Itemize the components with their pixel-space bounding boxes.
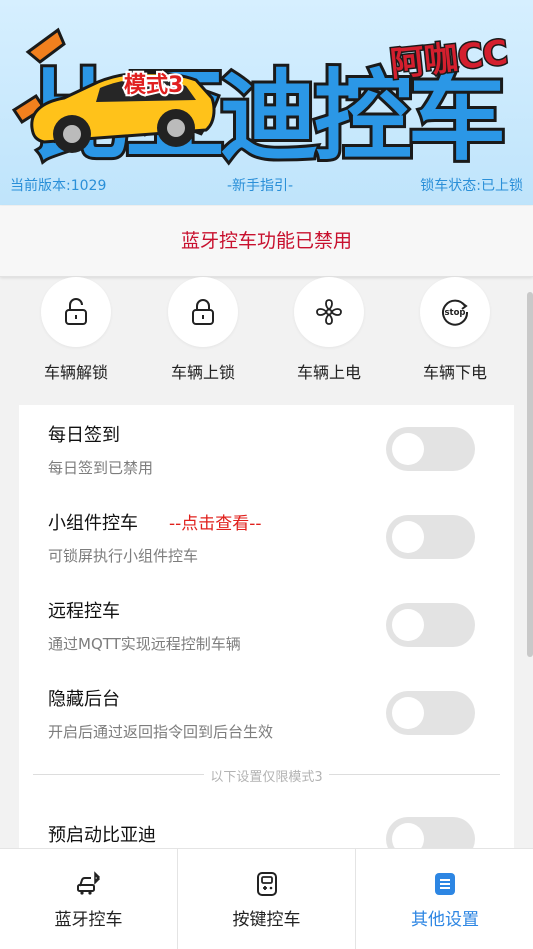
divider-label: 以下设置仅限模式3 [204,770,329,785]
scrollbar[interactable] [527,292,533,657]
setting-row-hide-background: 隐藏后台 开启后通过返回指令回到后台生效 [19,669,514,757]
bluetooth-disabled-notice: 蓝牙控车功能已禁用 [0,206,533,277]
action-circle [41,277,111,347]
prestart-toggle[interactable] [386,817,475,848]
action-label: 车辆下电 [422,363,487,382]
nav-bluetooth-control[interactable]: 蓝牙控车 [0,849,177,949]
unlock-vehicle-button[interactable]: 车辆解锁 [21,277,131,383]
beginner-guide-link[interactable]: -新手指引- [227,175,293,195]
arrow-decoration [25,27,66,64]
action-circle [294,277,364,347]
toggle-knob [392,433,424,465]
lock-status-label: 锁车状态:已上锁 [420,178,523,194]
setting-title: 远程控车 [48,601,120,622]
lock-vehicle-button[interactable]: 车辆上锁 [148,277,258,383]
settings-card: 每日签到 每日签到已禁用 小组件控车 --点击查看-- 可锁屏执行小组件控车 远… [19,405,514,848]
action-circle: stop [420,277,490,347]
logo-mode-badge: 模式3 [124,73,183,98]
toggle-knob [392,609,424,641]
setting-description: 开启后通过返回指令回到后台生效 [48,723,274,741]
nav-label: 蓝牙控车 [54,910,123,930]
setting-description: 每日签到已禁用 [48,459,154,477]
power-on-button[interactable]: 车辆上电 [274,277,384,383]
setting-row-daily-checkin: 每日签到 每日签到已禁用 [19,405,514,493]
nav-label: 其他设置 [411,910,479,930]
stop-icon-text: stop [444,308,465,318]
info-bar: 当前版本:1029 -新手指引- 锁车状态:已上锁 [0,172,533,198]
toggle-knob [392,521,424,553]
action-label: 车辆上电 [296,363,361,382]
power-off-button[interactable]: stop 车辆下电 [400,277,510,383]
view-details-link[interactable]: --点击查看-- [169,509,262,534]
toggle-knob [392,823,424,848]
header-banner: 比亚迪控车 模式3 阿咖CC 当前版本:1029 -新手指引- 锁车状态:已上锁 [0,0,533,205]
setting-title: 预启动比亚迪 [48,825,156,846]
nav-key-control[interactable]: 按键控车 [177,849,355,949]
divider-text-wrap: 以下设置仅限模式3 [33,766,500,785]
bottom-nav: 蓝牙控车 按键控车 其他设置 [0,848,533,949]
remote-key-icon [257,872,277,896]
version-label: 当前版本:1029 [10,178,107,194]
hide-background-toggle[interactable] [386,691,475,735]
mode3-section-divider: 以下设置仅限模式3 [33,765,500,785]
setting-row-widget-control: 小组件控车 --点击查看-- 可锁屏执行小组件控车 [19,493,514,581]
stop-icon: stop [442,299,469,326]
setting-title: 每日签到 [48,425,120,446]
car-bluetooth-icon [77,871,101,895]
app-logo: 比亚迪控车 模式3 阿咖CC [11,27,511,170]
action-circle [168,277,238,347]
unlock-icon [65,298,87,325]
setting-row-remote-control: 远程控车 通过MQTT实现远程控制车辆 [19,581,514,669]
action-label: 车辆解锁 [43,363,108,382]
nav-label: 按键控车 [232,910,301,930]
setting-title: 隐藏后台 [48,689,120,710]
setting-description: 可锁屏执行小组件控车 [48,547,199,565]
widget-control-toggle[interactable] [386,515,475,559]
lock-icon [192,299,214,325]
document-icon [435,873,455,895]
daily-checkin-toggle[interactable] [386,427,475,471]
fan-icon [316,299,342,325]
setting-row-prestart: 预启动比亚迪 [19,805,514,848]
remote-control-toggle[interactable] [386,603,475,647]
setting-title: 小组件控车 [48,513,138,534]
action-label: 车辆上锁 [170,363,235,382]
toggle-knob [392,697,424,729]
nav-other-settings[interactable]: 其他设置 [355,849,533,949]
setting-description: 通过MQTT实现远程控制车辆 [48,635,241,653]
quick-actions: 车辆解锁 车辆上锁 车辆上电 stop 车辆下电 [0,277,533,397]
